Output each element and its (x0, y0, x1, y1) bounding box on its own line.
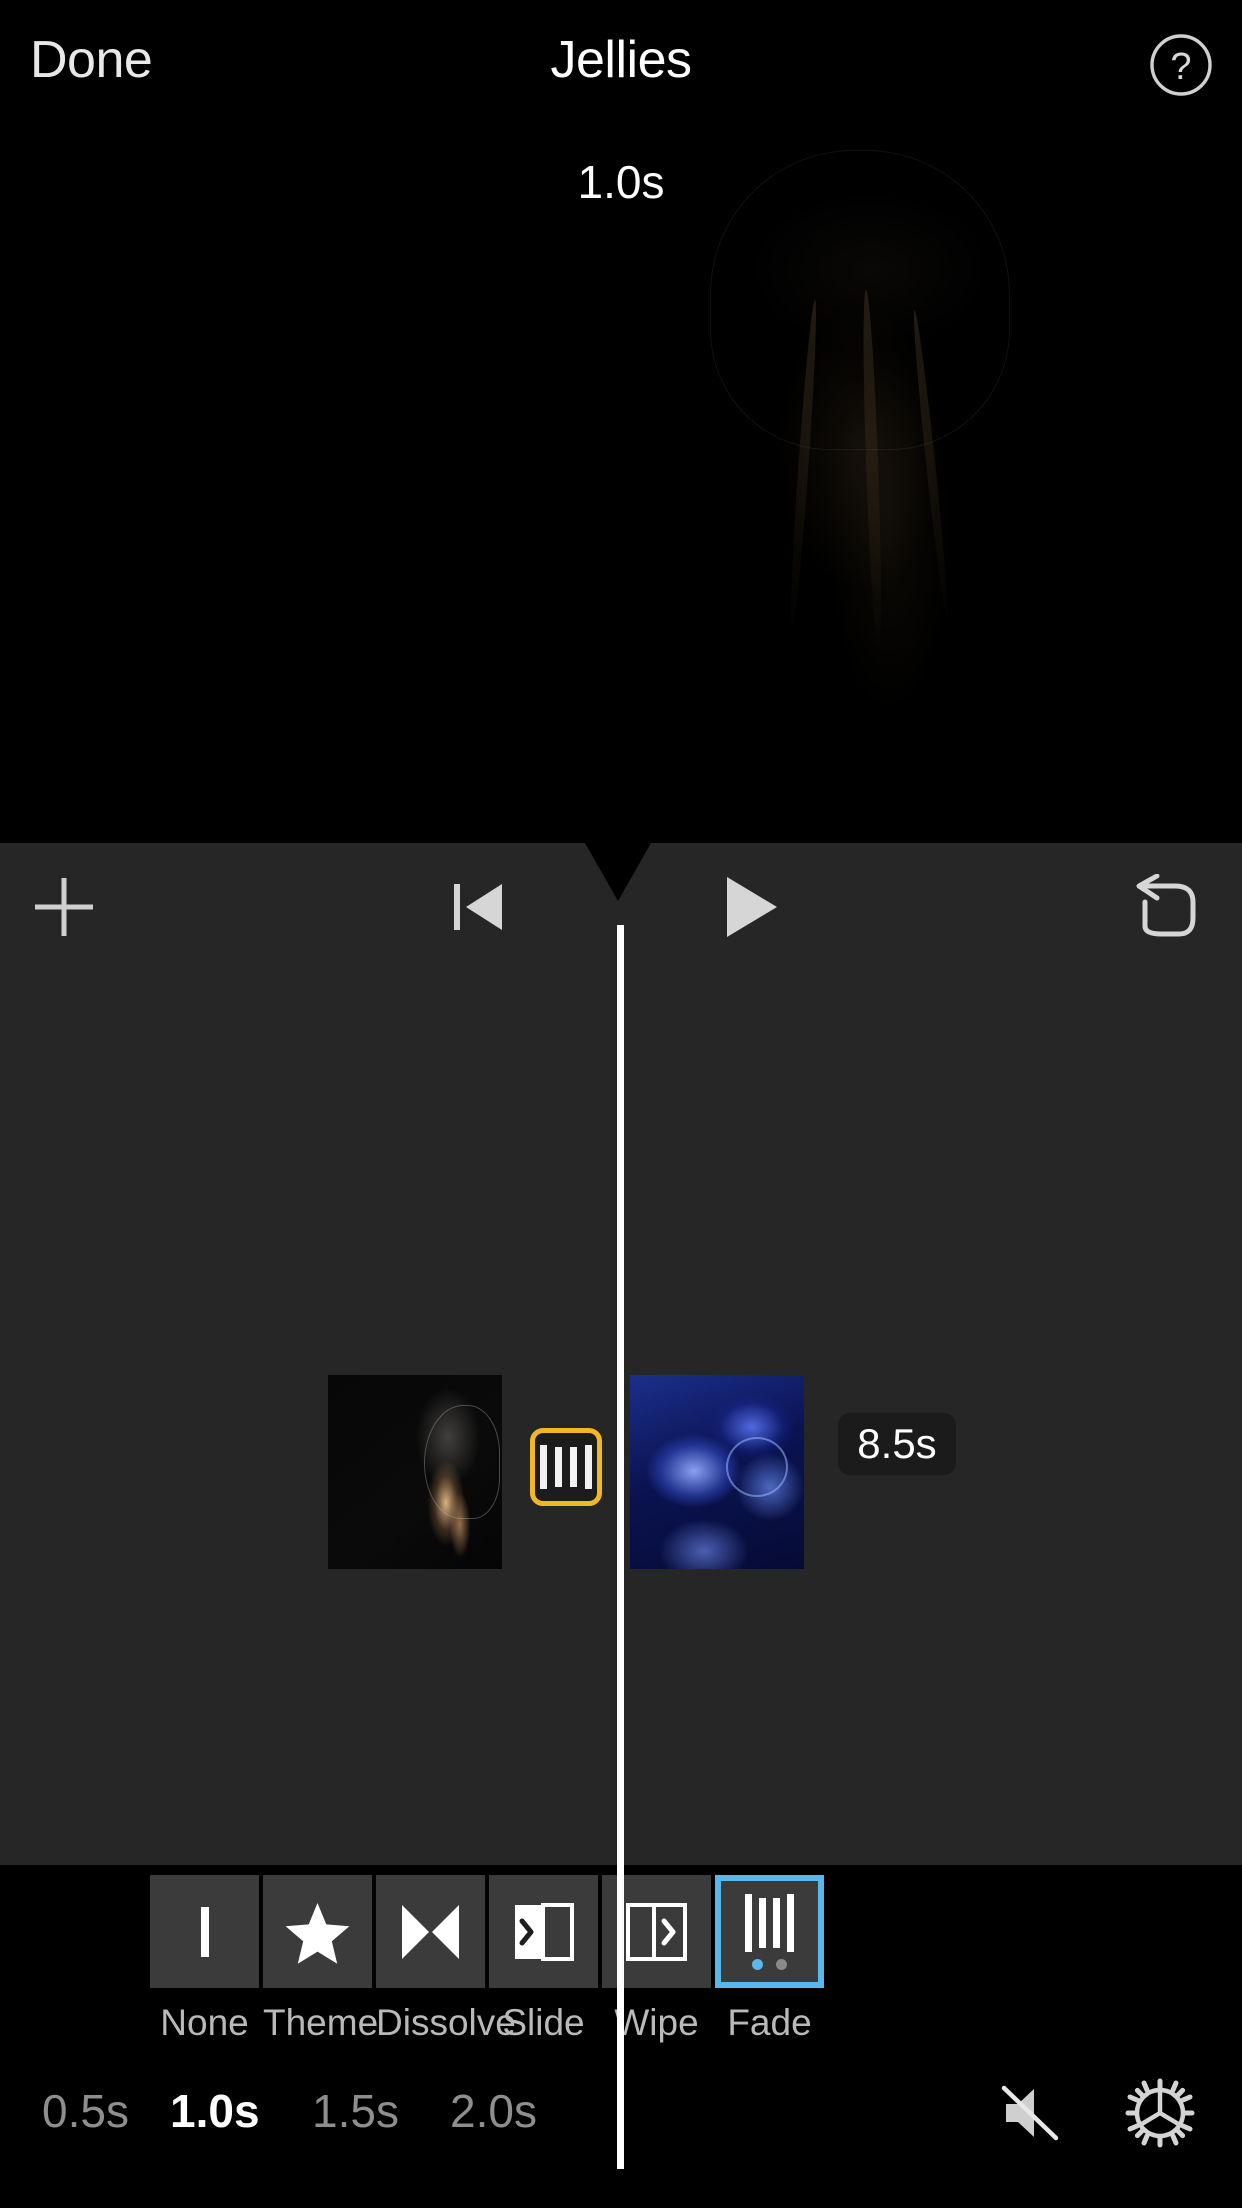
preview-frame-image (560, 120, 1180, 843)
transition-label: None (160, 2002, 249, 2043)
help-circle-icon[interactable]: ? (1149, 33, 1213, 97)
timeline-clip-1[interactable] (328, 1375, 502, 1569)
transition-option-theme[interactable]: Theme (263, 1875, 379, 2044)
playhead-line[interactable] (617, 925, 624, 2169)
gear-icon[interactable] (1122, 2075, 1198, 2151)
play-icon[interactable] (708, 865, 792, 949)
star-icon[interactable] (263, 1875, 372, 1988)
transition-style-picker: None Theme Dissolve Slide Wipe Fade (150, 1875, 824, 2044)
timeline-clip-2[interactable] (630, 1375, 804, 1569)
transition-label: Dissolve (376, 2002, 516, 2043)
dissolve-bowtie-icon[interactable] (376, 1875, 485, 1988)
svg-text:?: ? (1170, 46, 1191, 88)
transition-option-slide[interactable]: Slide (489, 1875, 598, 2044)
jellyfish-orange-thumbnail (328, 1375, 502, 1569)
timeline-panel[interactable] (0, 843, 1242, 2169)
transition-label: Theme (263, 2002, 379, 2043)
page-dot[interactable] (776, 1958, 787, 1970)
fade-bar (787, 1893, 794, 1952)
fade-tile-inner (721, 1881, 818, 1982)
undo-icon[interactable] (1125, 865, 1209, 949)
transition-label: Slide (502, 2002, 585, 2043)
top-navigation-bar: Done Jellies ? (0, 0, 1242, 120)
duration-option-2[interactable]: 1.5s (312, 2061, 399, 2161)
duration-option-0[interactable]: 0.5s (42, 2061, 129, 2161)
page-title: Jellies (550, 31, 693, 89)
transition-badge-fade[interactable] (530, 1428, 602, 1506)
transition-option-none[interactable]: None (150, 1875, 259, 2044)
duration-option-1[interactable]: 1.0s (170, 2061, 260, 2161)
none-bar-icon[interactable] (150, 1875, 259, 1988)
playhead-notch (585, 843, 651, 901)
fade-bars-icon[interactable] (715, 1875, 824, 1988)
page-dots (752, 1958, 787, 1970)
fade-bar (585, 1445, 592, 1489)
fade-bar (570, 1447, 577, 1487)
transition-duration-overlay: 1.0s (577, 156, 665, 208)
page-dot-active[interactable] (752, 1958, 763, 1970)
slide-icon[interactable] (489, 1875, 598, 1988)
transition-label: Fade (727, 2002, 812, 2043)
fade-bars (745, 1893, 794, 1952)
imovie-transition-editor: Done Jellies ? 1.0s 8.5s None Theme Diss… (0, 0, 1242, 2208)
fade-bar (773, 1897, 780, 1948)
fade-bar (745, 1893, 752, 1952)
jellyfish-blue-thumbnail (630, 1375, 804, 1569)
speaker-mute-icon[interactable] (995, 2075, 1071, 2151)
video-preview[interactable]: 1.0s (0, 120, 1242, 843)
fade-bar (555, 1447, 562, 1487)
transition-option-dissolve[interactable]: Dissolve (376, 1875, 516, 2044)
fade-bar (540, 1445, 547, 1489)
skip-to-start-icon[interactable] (437, 865, 521, 949)
fade-bar (759, 1897, 766, 1948)
plus-icon[interactable] (22, 865, 106, 949)
transition-option-fade[interactable]: Fade (715, 1875, 824, 2044)
duration-option-3[interactable]: 2.0s (450, 2061, 537, 2161)
clip-duration-badge: 8.5s (838, 1413, 956, 1475)
clip-duration-label: 8.5s (857, 1420, 937, 1467)
